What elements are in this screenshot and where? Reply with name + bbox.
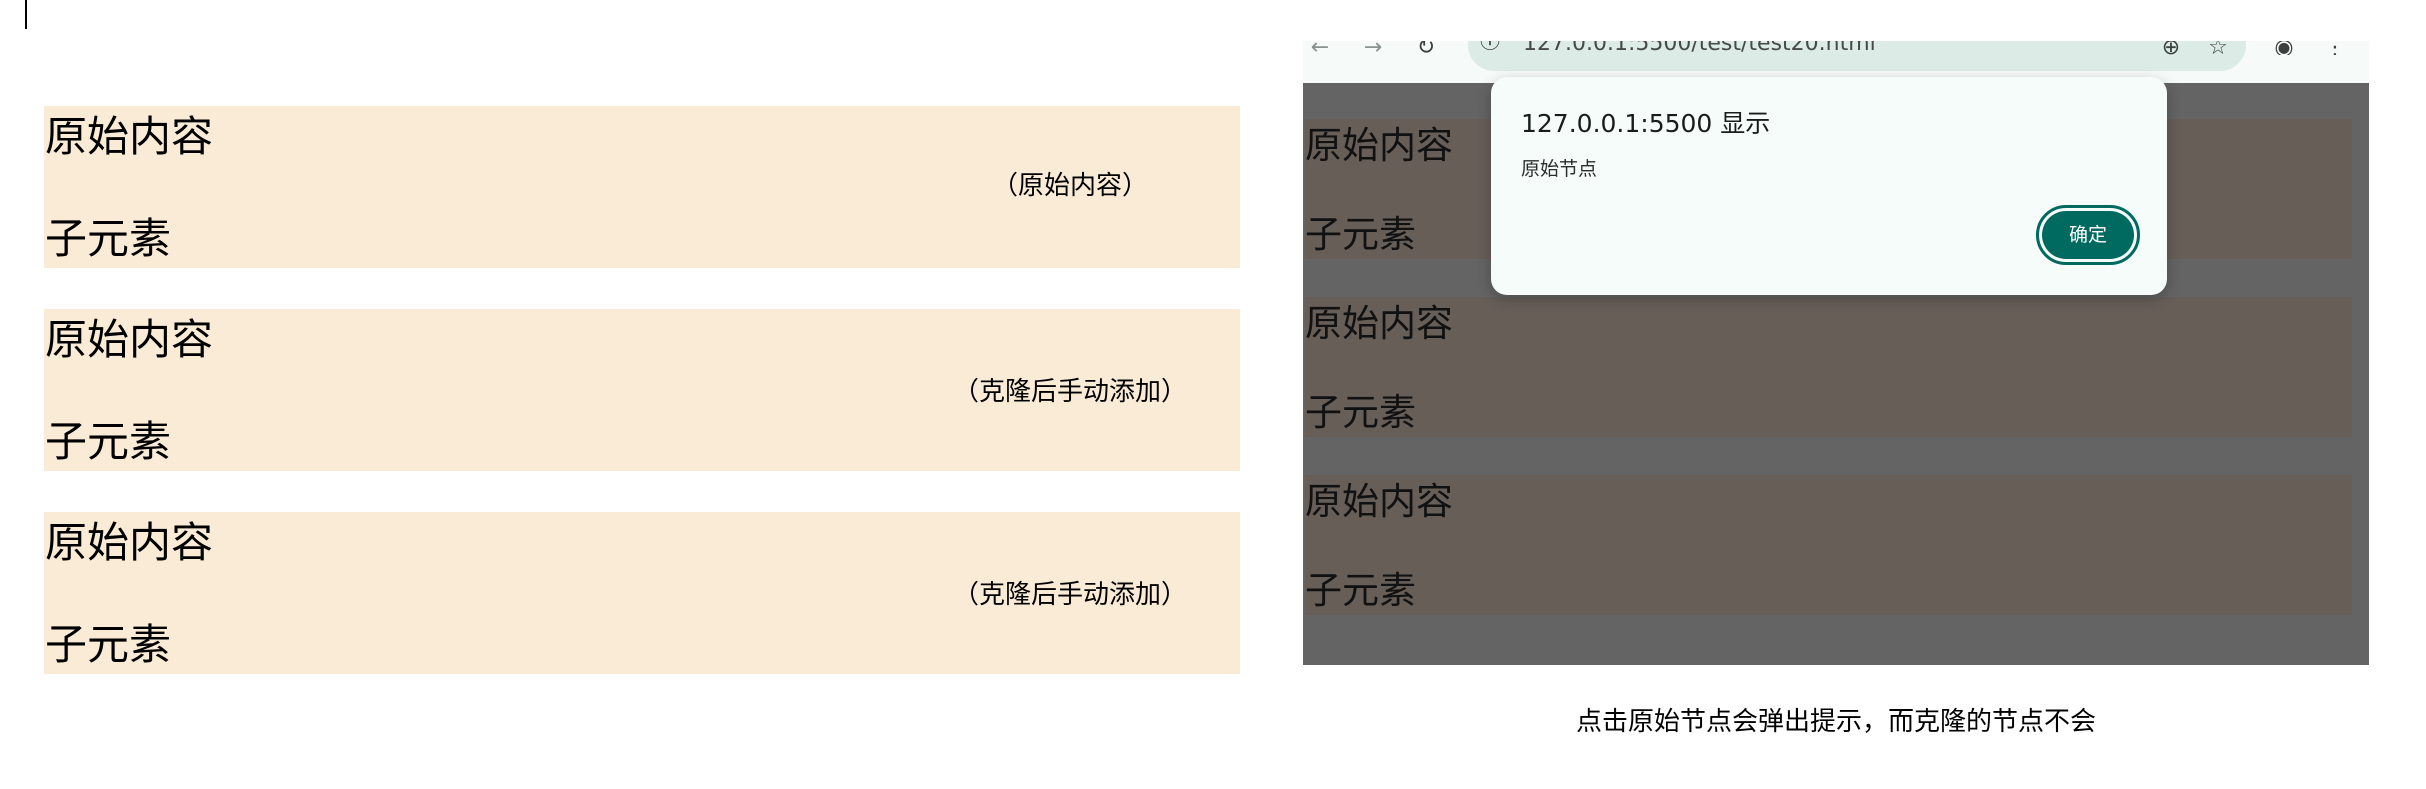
box-child-text: 子元素 [45, 620, 172, 669]
profile-icon[interactable]: ◉ [2269, 41, 2299, 55]
forward-icon[interactable]: → [1358, 41, 1388, 55]
page-box: 原始内容 子元素 [1305, 475, 2352, 615]
box-child-text: 子元素 [45, 214, 172, 263]
box-main-text: 原始内容 [45, 518, 214, 567]
alert-dialog: 127.0.0.1:5500 显示 原始节点 确定 [1491, 77, 2167, 295]
url-text[interactable]: 127.0.0.1:5500/test/test20.html [1523, 41, 1876, 55]
zoom-icon[interactable]: ⊕ [2156, 41, 2186, 55]
page-box-child-text: 子元素 [1305, 391, 1416, 434]
cloned-node-box-2[interactable]: 原始内容 （克隆后手动添加） 子元素 [44, 512, 1240, 674]
box-child-text: 子元素 [45, 417, 172, 466]
alert-title: 127.0.0.1:5500 显示 [1521, 109, 1771, 138]
page-box: 原始内容 子元素 [1305, 297, 2352, 437]
cloned-node-box-1[interactable]: 原始内容 （克隆后手动添加） 子元素 [44, 309, 1240, 471]
reload-icon[interactable]: ↻ [1411, 41, 1441, 55]
ok-button[interactable]: 确定 [2042, 211, 2134, 259]
page-box-child-text: 子元素 [1305, 213, 1416, 256]
box-main-text: 原始内容 [45, 315, 214, 364]
site-info-icon[interactable]: ⓘ [1480, 41, 1504, 55]
page: 原始内容 （原始内容） 子元素 原始内容 （克隆后手动添加） 子元素 原始内容 … [0, 0, 2426, 789]
back-icon[interactable]: ← [1305, 41, 1335, 55]
page-box-child-text: 子元素 [1305, 569, 1416, 612]
page-box-main-text: 原始内容 [1305, 480, 1453, 523]
alert-message: 原始节点 [1521, 158, 1598, 180]
text-cursor [25, 0, 27, 29]
menu-icon[interactable]: ⋮ [2320, 41, 2350, 55]
page-box-main-text: 原始内容 [1305, 124, 1453, 167]
page-box-main-text: 原始内容 [1305, 302, 1453, 345]
caption: 点击原始节点会弹出提示，而克隆的节点不会 [1575, 707, 2096, 737]
original-node-box[interactable]: 原始内容 （原始内容） 子元素 [44, 106, 1240, 268]
box-main-text: 原始内容 [45, 112, 214, 161]
bookmark-star-icon[interactable]: ☆ [2203, 41, 2233, 55]
browser-screenshot: ← → ↻ ⓘ 127.0.0.1:5500/test/test20.html … [1303, 41, 2369, 665]
